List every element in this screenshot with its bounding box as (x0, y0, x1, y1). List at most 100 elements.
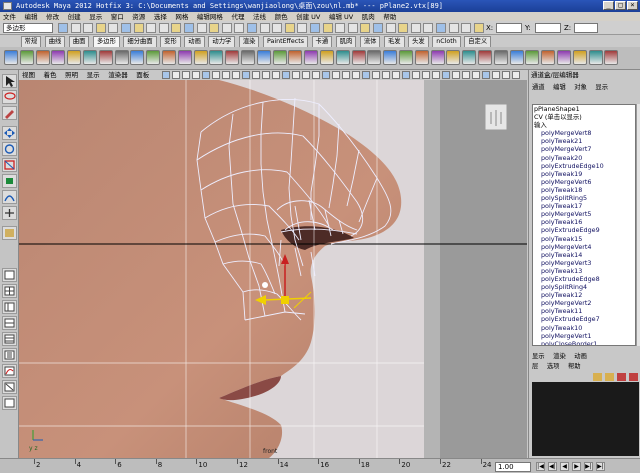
pyramid-icon[interactable] (114, 50, 129, 65)
viewport-tool-icon[interactable] (172, 71, 180, 79)
paint-select-tool-icon[interactable] (2, 106, 17, 120)
bridge-icon[interactable] (304, 50, 319, 65)
history-node[interactable]: polyTweak20 (533, 154, 635, 162)
shelf-tab-general[interactable]: 常规 (20, 36, 42, 47)
status-tool-icon[interactable] (272, 23, 283, 33)
shelf-tab-toon[interactable]: 卡通 (311, 36, 333, 47)
status-tool-icon[interactable] (121, 23, 131, 33)
history-node[interactable]: polyMergeVert7 (533, 145, 635, 153)
viewport-tool-icon[interactable] (462, 71, 470, 79)
menu-normals[interactable]: 法线 (250, 13, 269, 21)
uv-editor-icon[interactable] (430, 50, 445, 65)
history-node[interactable]: polyTweak16 (533, 218, 635, 226)
history-scrollbar[interactable] (636, 104, 640, 346)
viewport-tool-icon[interactable] (392, 71, 400, 79)
viewport-tool-icon[interactable] (402, 71, 410, 79)
menu-color[interactable]: 颜色 (272, 13, 291, 21)
shelf-tab-animation[interactable]: 动画 (184, 36, 205, 47)
status-tool-icon[interactable] (385, 23, 396, 33)
insert-loop-icon[interactable] (367, 50, 382, 65)
history-node[interactable]: polyExtrudeEdge7 (533, 315, 635, 323)
viewport-tool-icon[interactable] (252, 71, 260, 79)
viewport-menu-show[interactable]: 显示 (84, 70, 103, 80)
shelf-tab-custom[interactable]: 自定义 (464, 36, 492, 47)
shelf-tab-surfaces[interactable]: 曲面 (68, 36, 90, 47)
y-input[interactable] (535, 23, 561, 33)
history-node[interactable]: polyMergeVert2 (533, 299, 635, 307)
manipulator-center-handle[interactable] (281, 296, 289, 304)
status-tool-icon[interactable] (108, 23, 119, 33)
layout-uv-icon[interactable] (2, 380, 17, 394)
menu-create-uv[interactable]: 创建 UV (293, 13, 323, 21)
viewport-front[interactable]: y z front (19, 80, 527, 458)
history-node[interactable]: polyTweak10 (533, 324, 635, 332)
menu-select[interactable]: 选择 (151, 13, 170, 21)
maximize-button[interactable]: □ (615, 1, 626, 10)
status-tool-icon[interactable] (297, 23, 308, 33)
history-node[interactable]: polyTweak15 (533, 235, 635, 243)
lattice-icon[interactable] (478, 50, 492, 65)
pipe-icon[interactable] (130, 50, 145, 65)
status-tool-icon[interactable] (58, 23, 68, 33)
viewport-tool-icon[interactable] (382, 71, 390, 79)
target-weld-icon[interactable] (414, 50, 429, 65)
history-node[interactable]: polyExtrudeEdge9 (533, 226, 635, 234)
sculpt-icon[interactable] (462, 50, 477, 65)
status-tool-icon[interactable] (335, 23, 346, 33)
move-layer-down-icon[interactable] (629, 373, 638, 381)
viewport-tool-icon[interactable] (512, 71, 520, 79)
status-tool-icon[interactable] (436, 23, 446, 33)
layer-menu-options[interactable]: 选项 (544, 362, 563, 371)
status-tool-icon[interactable] (146, 23, 157, 33)
viewport-menu-lighting[interactable]: 照明 (62, 70, 81, 80)
layer-list[interactable] (532, 382, 639, 456)
status-tool-icon[interactable] (284, 23, 295, 33)
viewport-tool-icon[interactable] (452, 71, 460, 79)
combine-icon[interactable] (193, 50, 208, 65)
layout-single-icon[interactable] (2, 268, 17, 282)
viewport-tool-icon[interactable] (272, 71, 280, 79)
show-manipulator-icon[interactable] (2, 206, 17, 220)
extrude-icon[interactable] (320, 50, 334, 65)
menu-modify[interactable]: 修改 (43, 13, 62, 21)
viewport-tool-icon[interactable] (492, 71, 500, 79)
cb-menu-show[interactable]: 显示 (592, 83, 611, 92)
layout-four-icon[interactable] (2, 284, 17, 298)
torus-icon[interactable] (83, 50, 97, 65)
history-node[interactable]: polyTweak18 (533, 186, 635, 194)
history-node[interactable]: polyTweak11 (533, 307, 635, 315)
prism-icon[interactable] (98, 50, 113, 65)
append-icon[interactable] (335, 50, 350, 65)
menu-edit-mesh[interactable]: 编辑网格 (194, 13, 226, 21)
history-node[interactable]: polyMergeVert8 (533, 129, 635, 137)
cb-menu-object[interactable]: 对象 (571, 83, 590, 92)
move-tool-icon[interactable] (2, 126, 17, 140)
status-tool-icon[interactable] (360, 23, 371, 33)
viewport-menu-shading[interactable]: 着色 (41, 70, 60, 80)
current-frame-input[interactable]: 1.00 (495, 462, 531, 472)
render-settings-icon[interactable] (588, 50, 603, 65)
sphere-icon[interactable] (4, 50, 18, 65)
viewport-canvas[interactable]: y z front (19, 80, 527, 458)
status-tool-icon[interactable] (398, 23, 409, 33)
joint-icon[interactable] (509, 50, 524, 65)
layer-menu-help[interactable]: 帮助 (565, 362, 584, 371)
menu-create[interactable]: 创建 (65, 13, 84, 21)
layout-graph-icon[interactable] (2, 364, 17, 378)
viewport-tool-icon[interactable] (352, 71, 360, 79)
x-input[interactable] (496, 23, 522, 33)
status-tool-icon[interactable] (410, 23, 421, 33)
history-node[interactable]: polySplitRing4 (533, 283, 635, 291)
viewport-tool-icon[interactable] (162, 71, 170, 79)
layout-outliner-icon[interactable] (2, 348, 17, 362)
rotate-tool-icon[interactable] (2, 142, 17, 156)
viewport-tool-icon[interactable] (242, 71, 250, 79)
viewport-tool-icon[interactable] (442, 71, 450, 79)
lasso-tool-icon[interactable] (2, 90, 17, 104)
viewport-tool-icon[interactable] (202, 71, 210, 79)
history-node[interactable]: polyExtrudeEdge8 (533, 275, 635, 283)
history-node[interactable]: polyTweak13 (533, 267, 635, 275)
layer-menu-layers[interactable]: 层 (529, 362, 541, 371)
shelf-tab-curves[interactable]: 曲线 (44, 36, 66, 47)
shelf-tab-deformation[interactable]: 变形 (160, 36, 181, 47)
